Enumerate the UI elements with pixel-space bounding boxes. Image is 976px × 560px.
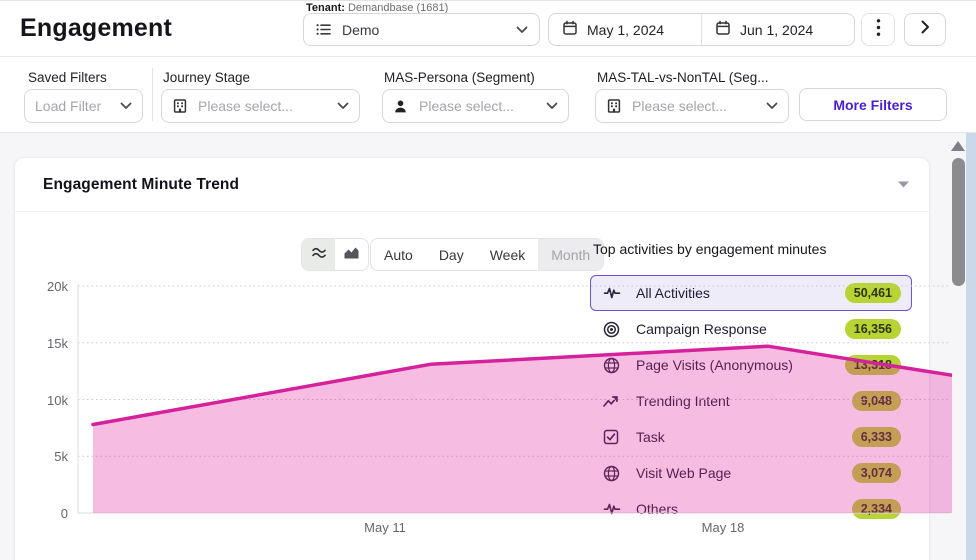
activity-row[interactable]: Trending Intent 9,048	[590, 383, 912, 419]
line-chart-toggle[interactable]	[302, 239, 335, 270]
y-tick-label: 0	[60, 506, 68, 521]
start-date-button[interactable]: May 1, 2024	[549, 14, 701, 45]
activity-row[interactable]: Others 2,334	[590, 491, 912, 527]
activity-value-badge: 50,461	[844, 283, 901, 303]
x-tick-label: May 11	[364, 520, 406, 535]
mas-persona-dropdown[interactable]: Please select...	[382, 89, 569, 123]
card-title: Engagement Minute Trend	[43, 175, 240, 193]
y-tick-label: 10k	[47, 392, 68, 408]
filter-label-mas-persona: MAS-Persona (Segment)	[384, 70, 535, 85]
card-header: Engagement Minute Trend	[15, 158, 929, 212]
calendar-icon	[562, 20, 578, 39]
chevron-down-icon	[546, 102, 558, 110]
filter-divider	[152, 68, 153, 121]
activity-row[interactable]: Visit Web Page 3,074	[590, 455, 912, 491]
area-chart-toggle[interactable]	[335, 239, 368, 270]
activity-label: Campaign Response	[636, 321, 767, 337]
load-filter-dropdown[interactable]: Load Filter	[24, 89, 143, 123]
more-filters-button[interactable]: More Filters	[799, 88, 947, 121]
y-tick-label: 5k	[54, 449, 68, 465]
journey-stage-dropdown[interactable]: Please select...	[161, 89, 360, 123]
filter-bar: Saved Filters Load Filter Journey Stage …	[0, 57, 976, 133]
activity-value-badge: 16,356	[844, 319, 901, 339]
start-date-value: May 1, 2024	[587, 21, 665, 38]
pulse-icon	[603, 501, 623, 517]
granularity-week[interactable]: Week	[477, 239, 539, 270]
chevron-down-icon	[766, 102, 778, 110]
activity-label: All Activities	[636, 285, 710, 301]
mas-tal-dropdown[interactable]: Please select...	[595, 89, 789, 123]
task-icon	[603, 429, 623, 445]
engagement-trend-card: Engagement Minute Trend Auto Day Week Month…	[14, 157, 930, 560]
chevron-right-icon	[921, 20, 930, 39]
end-date-button[interactable]: Jun 1, 2024	[701, 14, 854, 45]
activity-value-badge: 9,048	[851, 391, 901, 411]
activity-row[interactable]: Page Visits (Anonymous) 13,318	[590, 347, 912, 383]
view-selector-value: Demo	[342, 21, 380, 38]
filter-label-mas-tal: MAS-TAL-vs-NonTAL (Seg...	[597, 70, 769, 85]
filter-label-journey-stage: Journey Stage	[163, 70, 251, 85]
kebab-icon	[876, 18, 881, 42]
globe-icon	[603, 357, 623, 374]
date-range-picker: May 1, 2024 Jun 1, 2024	[548, 13, 855, 46]
building-icon	[606, 98, 623, 114]
top-bar: Engagement Tenant: Demandbase (1681) Dem…	[0, 1, 976, 57]
trending-up-icon	[603, 395, 623, 408]
calendar-icon	[715, 20, 731, 39]
journey-stage-placeholder: Please select...	[198, 98, 293, 114]
load-filter-placeholder: Load Filter	[35, 98, 102, 114]
list-icon	[315, 21, 333, 38]
activity-label: Page Visits (Anonymous)	[636, 357, 793, 373]
chevron-down-icon	[120, 102, 132, 110]
saved-filters-label: Saved Filters	[28, 70, 107, 85]
y-tick-label: 20k	[47, 279, 68, 294]
wave-lines-icon	[311, 245, 327, 265]
x-tick-label: May 18	[701, 520, 745, 535]
globe-icon	[603, 465, 623, 482]
granularity-selector: Auto Day Week Month	[370, 238, 605, 271]
more-actions-button[interactable]	[861, 13, 895, 46]
view-selector[interactable]: Demo	[303, 13, 540, 46]
activity-label: Visit Web Page	[636, 465, 732, 481]
activity-label: Task	[636, 429, 665, 445]
granularity-day[interactable]: Day	[426, 239, 477, 270]
end-date-value: Jun 1, 2024	[740, 21, 814, 38]
activity-label: Trending Intent	[636, 393, 730, 409]
person-icon	[393, 99, 410, 114]
granularity-auto[interactable]: Auto	[371, 239, 426, 270]
scrollbar-up-arrow[interactable]	[951, 141, 965, 151]
next-period-button[interactable]	[904, 13, 946, 46]
activity-row[interactable]: All Activities 50,461	[590, 275, 912, 311]
collapse-caret-icon[interactable]	[898, 181, 909, 188]
mas-persona-placeholder: Please select...	[419, 98, 514, 114]
more-filters-label: More Filters	[833, 96, 913, 113]
activity-value-badge: 13,318	[844, 355, 901, 375]
pulse-icon	[603, 285, 623, 301]
y-tick-label: 15k	[47, 335, 68, 351]
window-edge-strip	[966, 133, 976, 560]
activity-value-badge: 2,334	[851, 499, 901, 519]
mas-tal-placeholder: Please select...	[632, 98, 727, 114]
chevron-down-icon	[516, 26, 528, 34]
activity-label: Others	[636, 501, 679, 517]
activity-row[interactable]: Campaign Response 16,356	[590, 311, 912, 347]
chevron-down-icon	[337, 102, 349, 110]
top-activities-title: Top activities by engagement minutes	[593, 241, 827, 257]
page-title: Engagement	[20, 14, 173, 42]
activity-row[interactable]: Task 6,333	[590, 419, 912, 455]
bullseye-icon	[603, 321, 623, 338]
activities-list: All Activities 50,461 Campaign Response 16,…	[590, 275, 912, 527]
activity-value-badge: 3,074	[851, 463, 901, 483]
activity-value-badge: 6,333	[851, 427, 901, 447]
building-icon	[172, 98, 189, 114]
area-chart-icon	[343, 245, 360, 265]
scrollbar-thumb[interactable]	[952, 158, 965, 286]
chart-type-toggle	[301, 238, 369, 271]
